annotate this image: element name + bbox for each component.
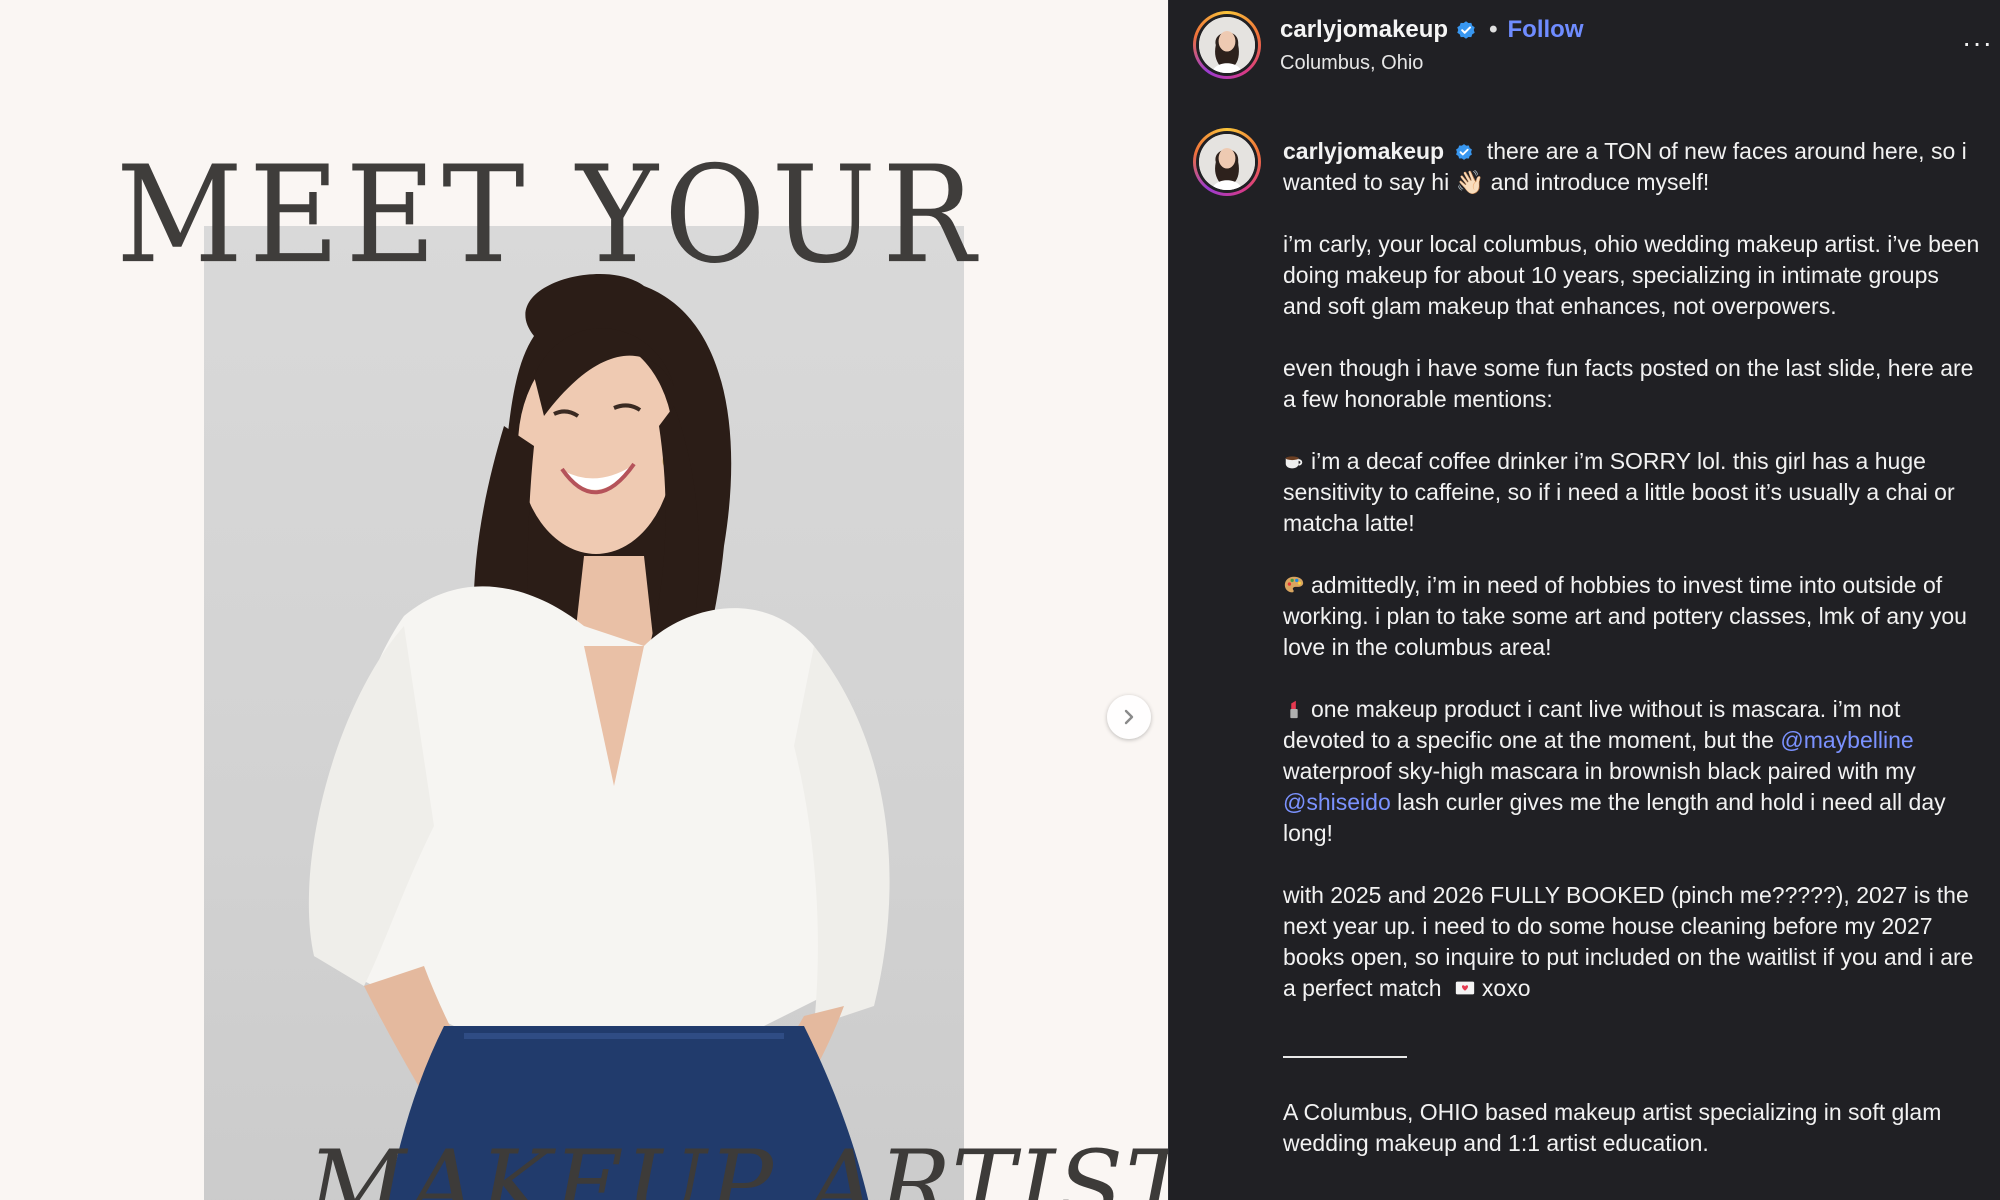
verified-badge-icon	[1456, 144, 1473, 160]
coffee-emoji	[1285, 456, 1303, 469]
avatar[interactable]	[1193, 11, 1261, 79]
fact-text: waterproof sky-high mascara in brownish …	[1283, 758, 1916, 784]
header-username[interactable]: carlyjomakeup	[1280, 16, 1448, 44]
verified-badge-icon	[1457, 21, 1475, 39]
post-caption: carlyjomakeup there are a TON of new fac…	[1283, 136, 1983, 1190]
love-letter-emoji	[1455, 981, 1475, 995]
post-details-panel: carlyjomakeup • Follow Columbus, Ohio ··…	[1168, 0, 2000, 1200]
booking-text: with 2025 and 2026 FULLY BOOKED (pinch m…	[1283, 882, 1974, 1001]
palette-emoji	[1284, 576, 1304, 593]
carousel-next-button[interactable]	[1107, 695, 1151, 739]
caption-avatar[interactable]	[1193, 128, 1261, 196]
profile-photo	[1199, 134, 1255, 190]
lipstick-emoji	[1290, 700, 1298, 719]
fact-text: i’m a decaf coffee drinker i’m SORRY lol…	[1283, 448, 1955, 536]
divider-line	[1283, 1048, 1407, 1058]
slide-headline: MEET YOUR	[116, 138, 982, 294]
post-header: carlyjomakeup • Follow Columbus, Ohio ··…	[1169, 0, 2000, 100]
header-user-line: carlyjomakeup • Follow	[1280, 16, 1583, 44]
chevron-right-icon	[1124, 709, 1134, 725]
follow-button[interactable]: Follow	[1508, 16, 1584, 44]
slide-subheadline: MAKEUP ARTIST	[308, 1130, 1168, 1200]
fact-text: admittedly, i’m in need of hobbies to in…	[1283, 572, 1967, 660]
more-options-button[interactable]: ···	[1962, 29, 1993, 57]
separator-dot: •	[1489, 16, 1498, 43]
caption-intro: carlyjomakeup there are a TON of new fac…	[1283, 136, 1983, 198]
fun-fact-coffee: i’m a decaf coffee drinker i’m SORRY lol…	[1283, 446, 1983, 539]
location-link[interactable]: Columbus, Ohio	[1280, 52, 1423, 75]
profile-photo	[1199, 17, 1255, 73]
mention-link[interactable]: @maybelline	[1780, 727, 1913, 753]
caption-bio: A Columbus, OHIO based makeup artist spe…	[1283, 1099, 1942, 1156]
caption-paragraph: i’m carly, your local columbus, ohio wed…	[1283, 231, 1980, 319]
fun-fact-hobbies: admittedly, i’m in need of hobbies to in…	[1283, 570, 1983, 663]
sign-off-text: xoxo	[1481, 975, 1531, 1001]
photo-frame	[204, 226, 964, 1200]
caption-divider	[1283, 1035, 1983, 1066]
post-media: MEET YOUR MAKEUP ARTIST	[0, 0, 1168, 1200]
portrait-photo	[308, 274, 890, 1200]
caption-booking-paragraph: with 2025 and 2026 FULLY BOOKED (pinch m…	[1283, 880, 1983, 1004]
fun-fact-mascara: one makeup product i cant live without i…	[1283, 694, 1983, 849]
caption-username[interactable]: carlyjomakeup	[1283, 138, 1444, 164]
caption-paragraph: even though i have some fun facts posted…	[1283, 355, 1974, 412]
mention-link[interactable]: @shiseido	[1283, 789, 1391, 815]
